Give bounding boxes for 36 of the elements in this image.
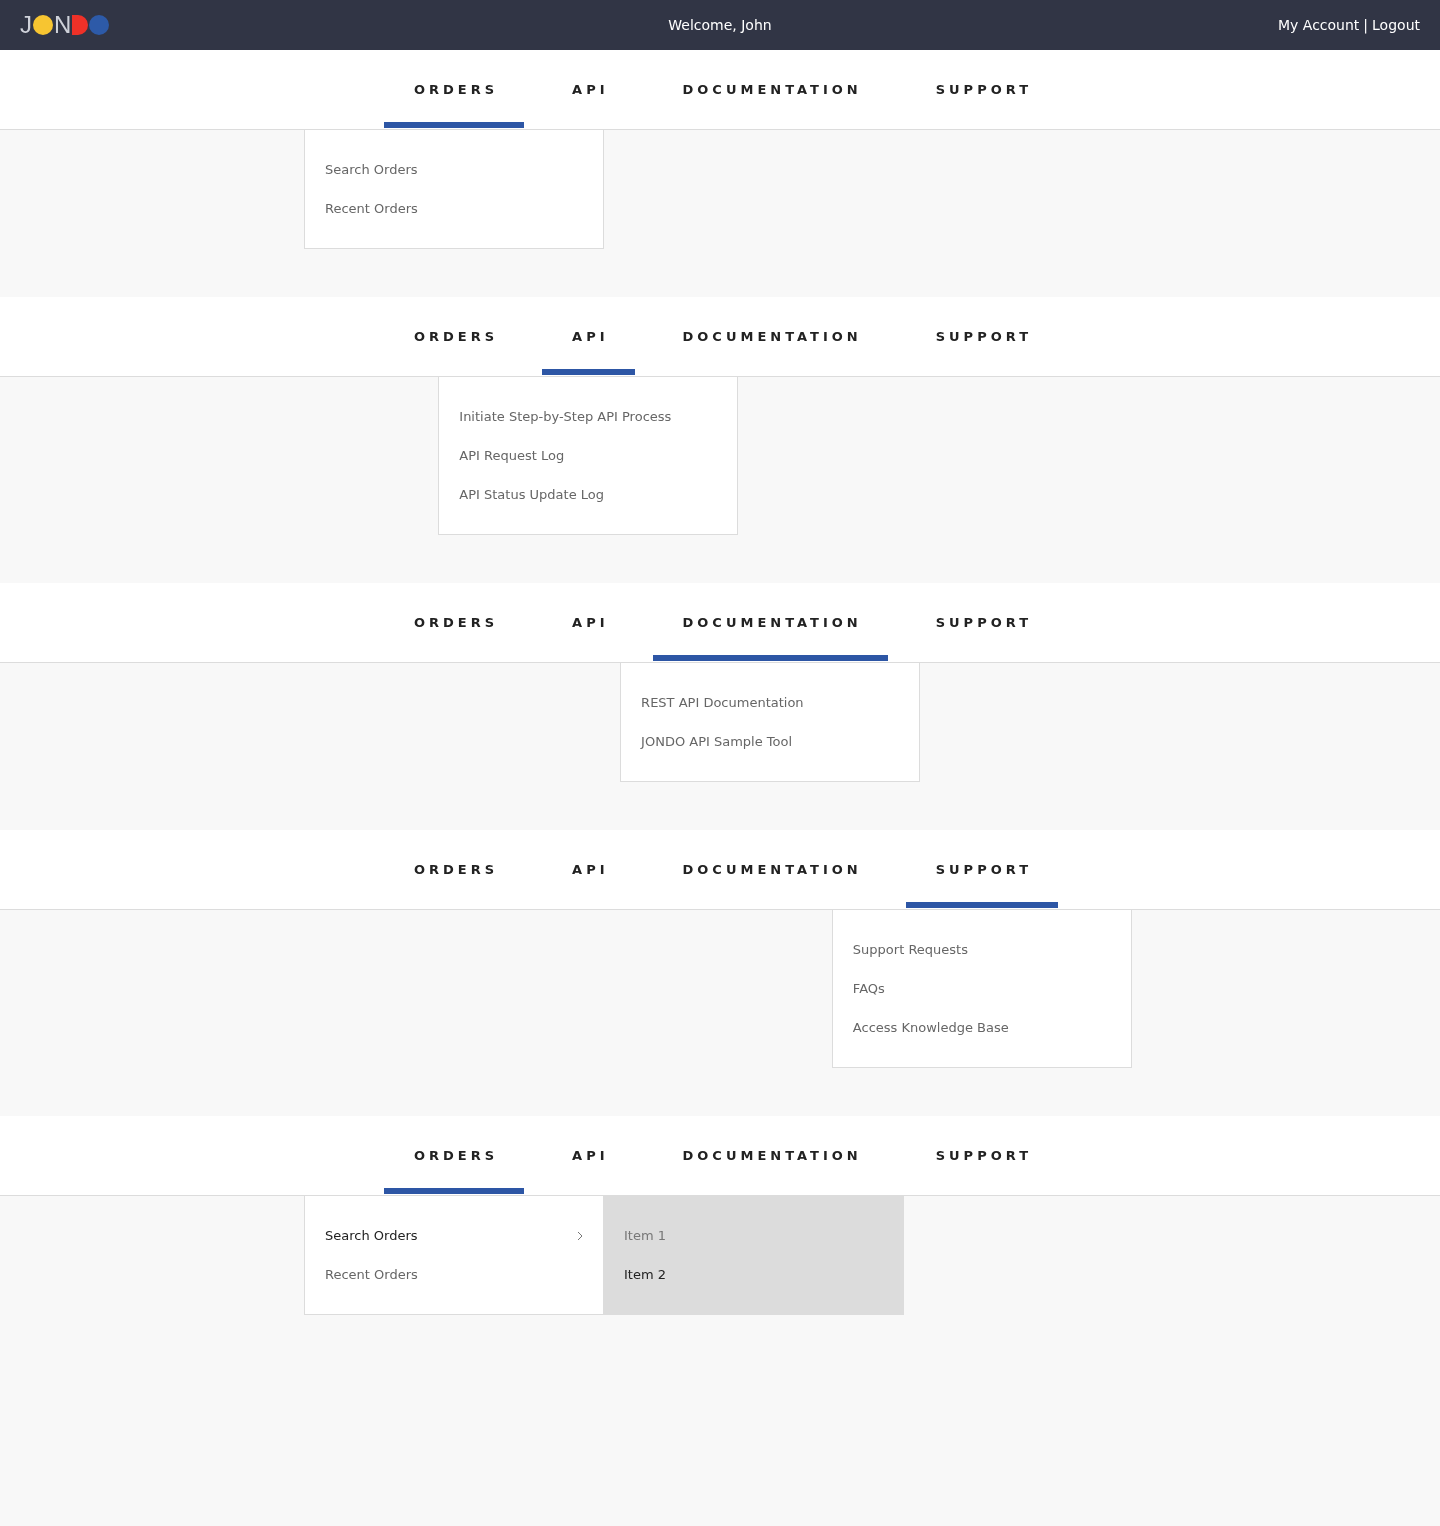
link-separator: | xyxy=(1363,17,1369,33)
nav-tab[interactable]: ORDERS xyxy=(383,830,525,908)
submenu-item[interactable]: Item 2 xyxy=(604,1255,904,1294)
nav-tab[interactable]: DOCUMENTATION xyxy=(652,50,888,128)
welcome-text: Welcome, John xyxy=(668,17,772,33)
menu-item[interactable]: JONDO API Sample Tool xyxy=(621,722,920,761)
nav-tab[interactable]: ORDERS xyxy=(383,583,525,661)
nav-tab[interactable]: DOCUMENTATION xyxy=(652,830,888,908)
nav-tab[interactable]: API xyxy=(542,830,635,908)
nav-tab[interactable]: SUPPORT xyxy=(905,297,1059,375)
menu-item[interactable]: Initiate Step-by-Step API Process xyxy=(439,397,738,436)
logo-letter: J xyxy=(20,14,32,36)
menu-item[interactable]: API Request Log xyxy=(439,436,738,475)
nav-tab[interactable]: API xyxy=(542,50,635,128)
menu-item[interactable]: Access Knowledge Base xyxy=(832,1008,1131,1047)
menu-item[interactable]: Search Orders xyxy=(305,150,603,189)
nav-tab[interactable]: API xyxy=(542,583,635,661)
nav-tab[interactable]: SUPPORT xyxy=(905,50,1059,128)
menu-item[interactable]: API Status Update Log xyxy=(439,475,738,514)
menu-item[interactable]: Support Requests xyxy=(832,930,1131,969)
nav-tab[interactable]: API xyxy=(542,1116,635,1194)
menu-item[interactable]: Recent Orders xyxy=(305,189,603,228)
nav-tab[interactable]: SUPPORT xyxy=(905,583,1059,661)
menu-item[interactable]: FAQs xyxy=(832,969,1131,1008)
account-link[interactable]: My Account xyxy=(1278,17,1360,33)
nav-tab[interactable]: DOCUMENTATION xyxy=(652,1116,888,1194)
account-link[interactable]: Logout xyxy=(1372,17,1420,33)
menu-item[interactable]: Search Orders xyxy=(305,1216,603,1255)
chevron-right-icon xyxy=(577,1230,583,1241)
nav-tab[interactable]: SUPPORT xyxy=(905,1116,1059,1194)
logo[interactable]: J N xyxy=(20,14,110,36)
nav-tab[interactable]: DOCUMENTATION xyxy=(652,297,888,375)
menu-item[interactable]: REST API Documentation xyxy=(621,683,920,722)
logo-letter: N xyxy=(54,14,72,36)
nav-tab[interactable]: ORDERS xyxy=(383,297,525,375)
menu-item[interactable]: Recent Orders xyxy=(305,1255,603,1294)
